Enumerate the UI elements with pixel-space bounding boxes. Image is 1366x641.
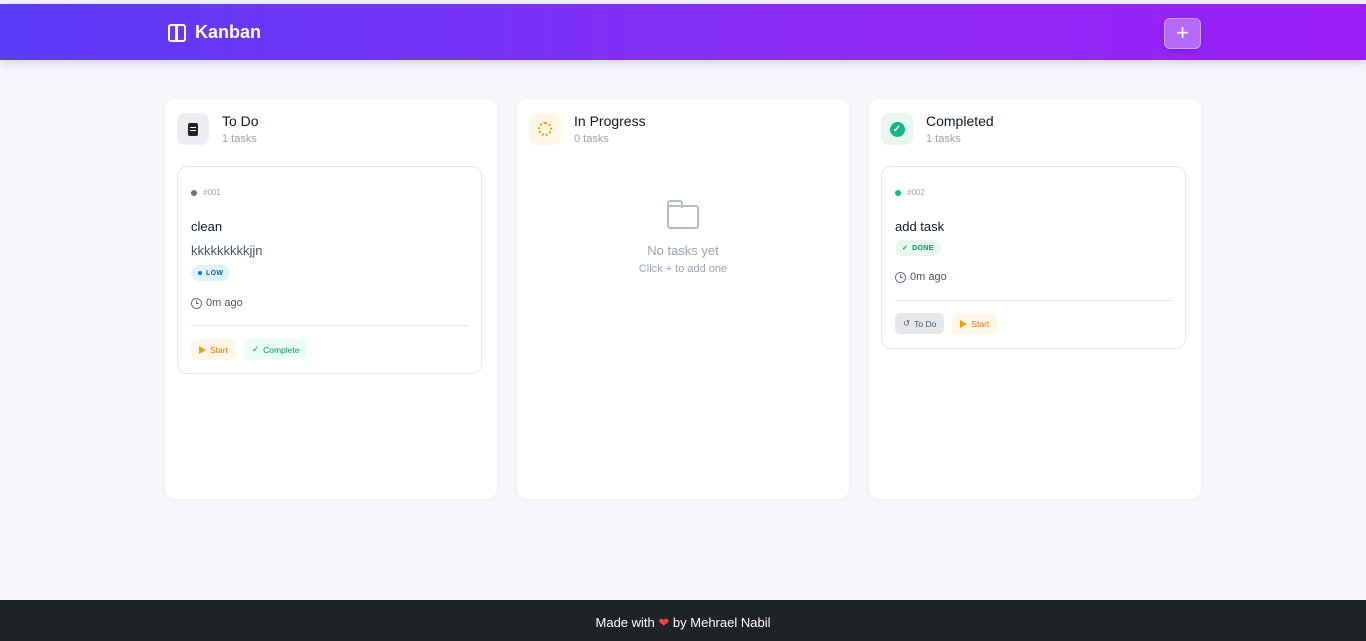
- task-description: kkkkkkkkkjjn: [191, 243, 263, 258]
- start-button[interactable]: Start: [191, 339, 236, 360]
- task-title: add task: [895, 219, 945, 234]
- time-label: 0m ago: [910, 271, 947, 283]
- column-count: 1 tasks: [926, 133, 961, 145]
- column-in-progress: In Progress 0 tasks No tasks yet Click +…: [517, 99, 849, 499]
- complete-label: Complete: [263, 344, 300, 355]
- folder-icon: [667, 200, 699, 229]
- divider: [191, 325, 468, 326]
- task-id-label: #002: [907, 188, 925, 197]
- footer-prefix: Made with: [595, 615, 655, 630]
- priority-label: LOW: [206, 269, 224, 277]
- clock-icon: [895, 271, 906, 283]
- play-icon: [199, 345, 206, 354]
- time-label: 0m ago: [206, 297, 243, 309]
- task-actions: ↺ To Do Start: [895, 313, 998, 334]
- footer: Made with ❤ by Mehrael Nabil: [0, 600, 1366, 641]
- column-title: To Do: [222, 113, 259, 129]
- brand: Kanban: [168, 22, 261, 43]
- app-header: Kanban +: [0, 4, 1366, 60]
- footer-credit: by Mehrael Nabil: [672, 615, 771, 630]
- column-title: In Progress: [574, 113, 646, 129]
- column-completed: ✓ Completed 1 tasks #002 add task ✓ DONE…: [869, 99, 1201, 499]
- undo-icon: ↺: [903, 318, 911, 328]
- start-label: Start: [971, 318, 990, 329]
- column-count: 1 tasks: [222, 133, 257, 145]
- priority-badge: LOW: [191, 265, 231, 281]
- play-icon: [960, 319, 968, 328]
- status-dot: [895, 189, 901, 196]
- status-dot: [191, 189, 197, 196]
- column-todo: To Do 1 tasks #001 clean kkkkkkkkkjjn LO…: [165, 99, 497, 499]
- kanban-board-icon: [168, 23, 186, 42]
- empty-subtitle: Click + to add one: [638, 263, 728, 275]
- column-header: In Progress 0 tasks: [529, 113, 646, 145]
- check-icon: ✓: [902, 245, 909, 252]
- move-to-todo-button[interactable]: ↺ To Do: [895, 313, 945, 334]
- clock-icon: [191, 297, 202, 309]
- heart-icon: ❤: [658, 615, 670, 630]
- task-card[interactable]: #001 clean kkkkkkkkkjjn LOW 0m ago Start…: [177, 166, 482, 374]
- priority-dot: [198, 271, 202, 275]
- column-count: 0 tasks: [574, 133, 609, 145]
- check-icon: ✓: [251, 344, 260, 354]
- task-id-label: #001: [203, 188, 221, 197]
- status-label: DONE: [912, 244, 934, 252]
- start-button[interactable]: Start: [952, 313, 998, 334]
- status-badge: ✓ DONE: [895, 240, 941, 256]
- add-task-button[interactable]: +: [1164, 18, 1201, 49]
- divider: [895, 300, 1172, 301]
- task-card[interactable]: #002 add task ✓ DONE 0m ago ↺ To Do Star…: [881, 166, 1186, 349]
- check-circle-icon: ✓: [881, 113, 913, 145]
- spinner-icon: [529, 113, 561, 145]
- clipboard-icon: [177, 113, 209, 145]
- task-title: clean: [191, 219, 223, 234]
- task-id: #002: [895, 188, 925, 197]
- app-title: Kanban: [195, 22, 262, 42]
- column-title: Completed: [926, 113, 994, 129]
- task-time: 0m ago: [191, 297, 243, 309]
- task-time: 0m ago: [895, 271, 947, 283]
- task-actions: Start ✓ Complete: [191, 339, 308, 360]
- empty-title: No tasks yet: [647, 243, 719, 258]
- task-id: #001: [191, 188, 221, 197]
- empty-state: No tasks yet Click + to add one: [517, 200, 849, 275]
- todo-label: To Do: [914, 318, 937, 329]
- column-header: ✓ Completed 1 tasks: [881, 113, 994, 145]
- start-label: Start: [210, 344, 228, 355]
- column-header: To Do 1 tasks: [177, 113, 259, 145]
- complete-button[interactable]: ✓ Complete: [243, 339, 308, 360]
